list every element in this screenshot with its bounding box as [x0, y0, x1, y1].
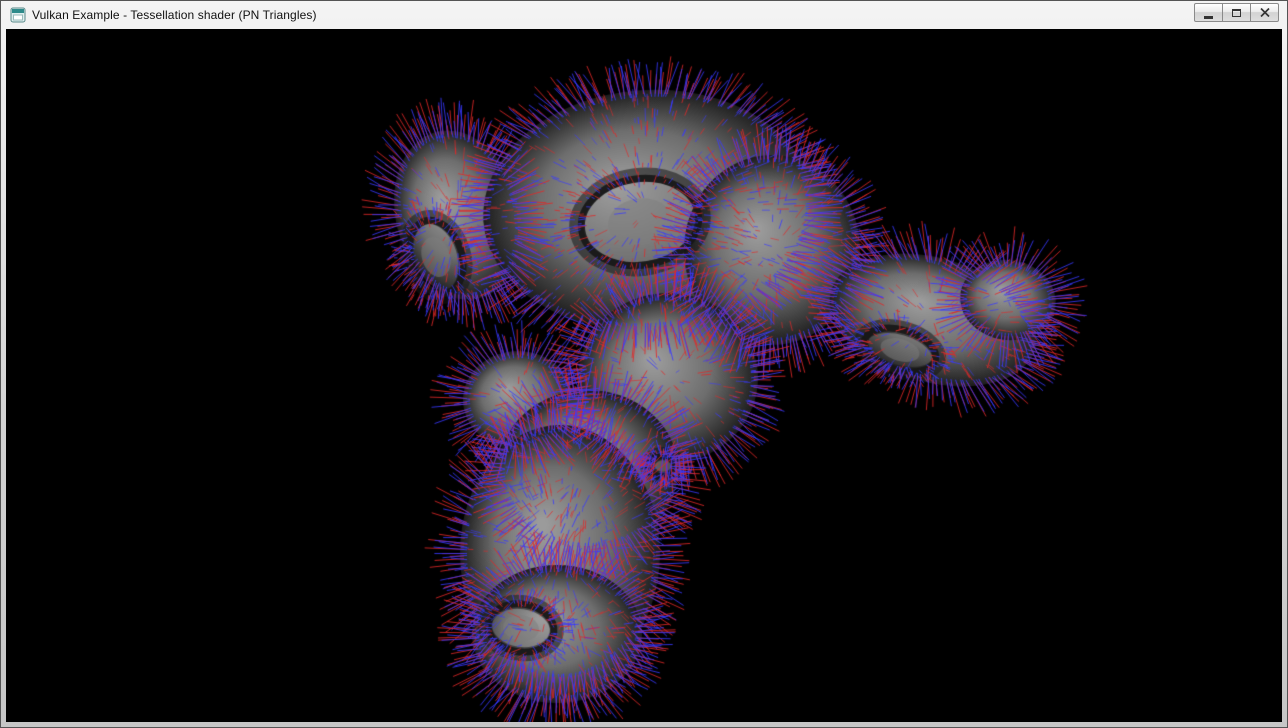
minimize-button[interactable]: [1194, 3, 1223, 22]
window-controls: [1194, 3, 1279, 22]
titlebar[interactable]: Vulkan Example - Tessellation shader (PN…: [6, 1, 1282, 29]
app-icon: [10, 7, 26, 23]
minimize-icon: [1204, 16, 1213, 19]
window-title: Vulkan Example - Tessellation shader (PN…: [32, 8, 317, 22]
render-canvas[interactable]: [6, 29, 1282, 722]
maximize-button[interactable]: [1222, 3, 1251, 22]
app-window: Vulkan Example - Tessellation shader (PN…: [0, 0, 1288, 728]
viewport[interactable]: [6, 29, 1282, 722]
maximize-icon: [1232, 9, 1241, 17]
close-button[interactable]: [1250, 3, 1279, 22]
close-icon: [1260, 5, 1270, 20]
